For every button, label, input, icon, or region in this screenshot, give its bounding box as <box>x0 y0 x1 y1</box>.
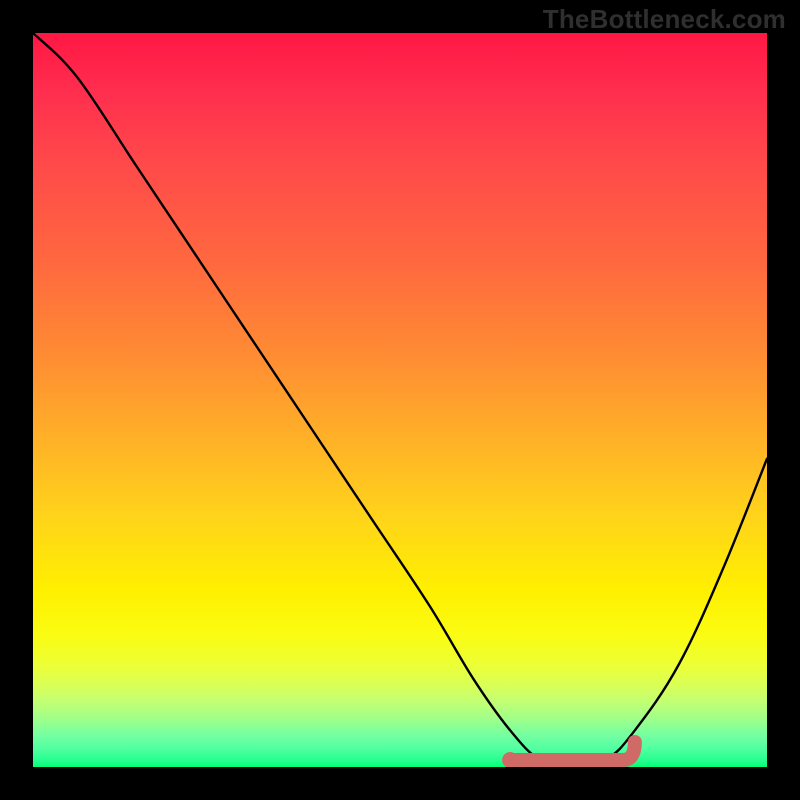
bottleneck-curve <box>33 33 767 767</box>
chart-frame: TheBottleneck.com <box>0 0 800 800</box>
plot-area <box>33 33 767 767</box>
bottleneck-chart <box>33 33 767 767</box>
watermark-label: TheBottleneck.com <box>543 4 786 35</box>
